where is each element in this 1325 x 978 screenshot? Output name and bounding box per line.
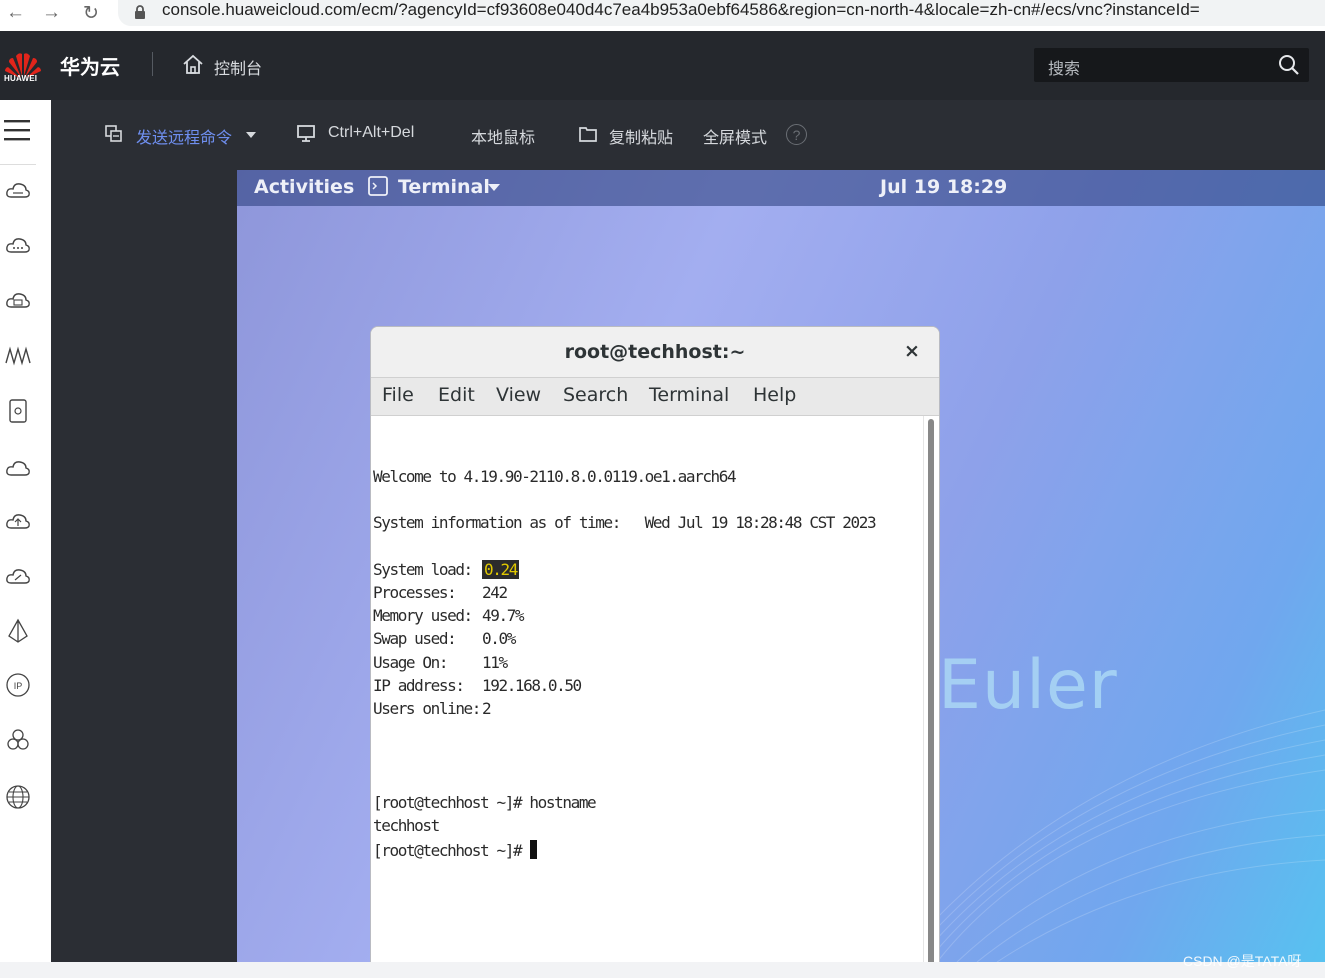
terminal-window[interactable]: root@techhost:~ × File Edit View Search … [370,326,940,978]
text-cursor [530,840,538,859]
activities-button[interactable]: Activities [254,176,354,198]
app-menu-terminal[interactable]: Terminal [398,176,490,198]
prompt-line[interactable]: [root@techhost ~]# [373,840,538,860]
vnc-background [51,170,237,962]
copy-paste-button[interactable]: 复制粘贴 [609,124,673,148]
elastic-ip-icon[interactable]: IP [5,672,31,698]
menu-file[interactable]: File [382,384,414,406]
cloud-icon[interactable] [5,455,31,481]
clock[interactable]: Jul 19 18:29 [880,176,1007,198]
menu-terminal[interactable]: Terminal [649,384,729,406]
network-pyramid-icon[interactable] [5,618,31,644]
system-load-highlight: 0.24 [482,560,519,579]
terminal-title: root@techhost:~ [564,341,746,363]
cloud-database-icon[interactable] [5,288,31,314]
cluster-icon[interactable] [5,727,31,753]
storage-device-icon[interactable] [5,398,31,424]
local-mouse-button[interactable]: 本地鼠标 [471,124,535,148]
prompt-text: [root@techhost ~]# [373,841,530,860]
sidebar-divider [0,164,36,165]
stat-label: System load: [373,560,473,579]
menu-search[interactable]: Search [563,384,628,406]
stat-label: Swap used: [373,629,457,648]
stat-label: IP address: [373,676,465,695]
stat-value: 49.7% [482,606,525,625]
forward-arrow-icon[interactable]: → [42,2,61,24]
fullscreen-button[interactable]: 全屏模式 [703,124,767,148]
stat-value: 192.168.0.50 [482,676,582,695]
wallpaper-logo-text: Euler [938,646,1118,725]
search-placeholder: 搜索 [1048,61,1081,78]
brand-title[interactable]: 华为云 [60,51,120,80]
reload-icon[interactable]: ↻ [83,2,99,25]
remote-command-icon [105,125,122,142]
search-icon[interactable] [1278,54,1300,76]
close-icon[interactable]: × [904,340,920,362]
command-line: [root@techhost ~]# hostname [373,793,597,812]
terminal-app-icon [368,176,388,196]
monitor-icon [297,125,315,142]
menu-view[interactable]: View [496,384,541,406]
help-icon[interactable]: ? [786,124,807,145]
ctrl-alt-del-button[interactable]: Ctrl+Alt+Del [328,124,414,142]
console-link[interactable]: 控制台 [214,55,262,79]
back-arrow-icon[interactable]: ← [6,2,25,24]
monitoring-wave-icon[interactable] [5,343,31,369]
send-remote-command-button[interactable]: 发送远程命令 [136,124,232,148]
stat-value: 242 [482,583,508,602]
taskbar-strip [0,962,1325,978]
svg-text:IP: IP [14,681,23,691]
cloud-speed-icon[interactable] [5,563,31,589]
service-sidebar [0,100,52,978]
cloud-dots-icon[interactable] [5,233,31,259]
menu-help[interactable]: Help [753,384,796,406]
stat-value: 11% [482,653,508,672]
header-divider [152,52,153,76]
vnc-toolbar [51,100,1325,170]
caret-down-icon[interactable] [488,184,500,191]
logo-text: HUAWEI [4,74,38,83]
command-output: techhost [373,816,440,835]
stat-label: Users online: [373,699,481,718]
stat-value: 0.0% [482,629,516,648]
clipboard-icon [579,127,597,142]
chevron-down-icon[interactable] [246,132,256,138]
menu-edit[interactable]: Edit [438,384,475,406]
terminal-output[interactable] [371,416,921,977]
stat-label: Usage On: [373,653,449,672]
sysinfo-line: System information as of time: Wed Jul 1… [373,513,877,532]
stat-value: 2 [482,699,492,718]
stat-label: Processes: [373,583,457,602]
stat-label: Memory used: [373,606,473,625]
home-icon[interactable] [181,53,205,75]
welcome-line: Welcome to 4.19.90-2110.8.0.0119.oe1.aar… [373,467,737,486]
menu-hamburger-icon[interactable] [4,118,30,142]
cloud-server-icon[interactable] [5,178,31,204]
watermark: CSDN @是TATA呀 [1183,953,1302,969]
lock-icon [135,5,145,19]
scrollbar-thumb[interactable] [928,419,934,974]
url-text: console.huaweicloud.com/ecm/?agencyId=cf… [162,0,1200,19]
globe-icon[interactable] [5,784,31,810]
cloud-upload-icon[interactable] [5,508,31,534]
stat-value: 0.24 [482,560,519,579]
